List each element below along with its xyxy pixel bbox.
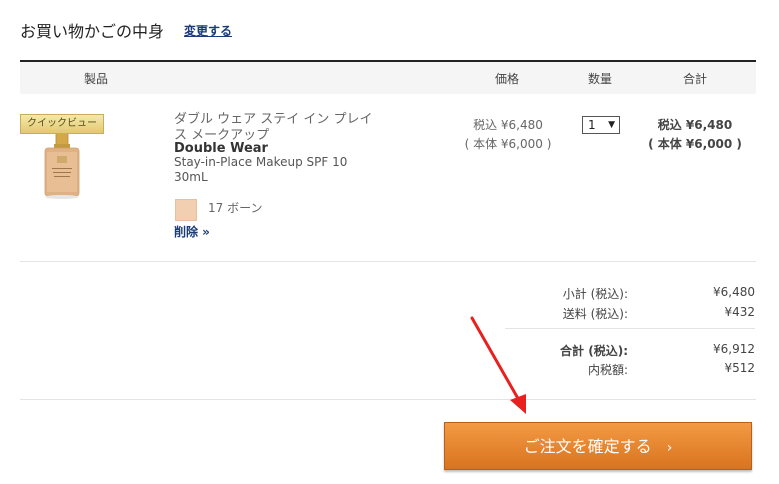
quick-view-button[interactable]: クイックビュー bbox=[20, 114, 104, 134]
remove-item-link[interactable]: 削除 » bbox=[174, 223, 210, 240]
change-cart-link[interactable]: 変更する bbox=[184, 22, 232, 39]
chevron-down-icon: ▼ bbox=[608, 120, 615, 130]
summary-divider bbox=[505, 328, 755, 329]
shade-swatch bbox=[175, 199, 197, 221]
column-header-price: 価格 bbox=[495, 72, 520, 86]
shipping-value: ¥432 bbox=[724, 305, 755, 319]
page-title: お買い物かごの中身 bbox=[20, 22, 165, 41]
column-header-quantity: 数量 bbox=[588, 72, 613, 86]
product-name-en: Stay-in-Place Makeup SPF 10 30mL bbox=[174, 155, 364, 185]
unit-price-incl: 税込 ¥6,480 bbox=[473, 118, 543, 132]
summary-bottom-divider bbox=[20, 399, 756, 400]
confirm-order-button[interactable]: ご注文を確定する › bbox=[444, 422, 752, 470]
line-total-incl: 税込 ¥6,480 bbox=[657, 118, 733, 132]
product-image[interactable] bbox=[42, 126, 82, 200]
row-divider bbox=[20, 261, 756, 262]
line-total: 税込 ¥6,480 ( 本体 ¥6,000 ) bbox=[640, 116, 750, 154]
total-value: ¥6,912 bbox=[713, 342, 755, 356]
tax-value: ¥512 bbox=[724, 361, 755, 375]
product-name-en-text: Stay-in-Place Makeup SPF 10 bbox=[174, 155, 348, 169]
product-size: 30mL bbox=[174, 170, 208, 184]
line-total-excl: ( 本体 ¥6,000 ) bbox=[648, 137, 742, 151]
subtotal-label: 小計 (税込): bbox=[562, 287, 628, 301]
table-header-row bbox=[20, 62, 756, 94]
product-brand[interactable]: Double Wear bbox=[174, 141, 268, 156]
unit-price: 税込 ¥6,480 ( 本体 ¥6,000 ) bbox=[458, 116, 558, 154]
column-header-product: 製品 bbox=[84, 72, 109, 86]
shade-name: 17 ボーン bbox=[208, 201, 263, 215]
annotation-arrow-icon bbox=[470, 316, 526, 414]
subtotal-value: ¥6,480 bbox=[713, 285, 755, 299]
chevron-right-icon: › bbox=[666, 440, 673, 456]
quantity-select[interactable]: 1 ▼ bbox=[582, 116, 620, 134]
quantity-value: 1 bbox=[588, 118, 596, 132]
unit-price-excl: ( 本体 ¥6,000 ) bbox=[464, 137, 552, 151]
column-header-total: 合計 bbox=[683, 72, 708, 86]
confirm-order-label: ご注文を確定する bbox=[523, 437, 652, 456]
product-name-jp[interactable]: ダブル ウェア ステイ イン プレイス メークアップ bbox=[174, 112, 379, 144]
